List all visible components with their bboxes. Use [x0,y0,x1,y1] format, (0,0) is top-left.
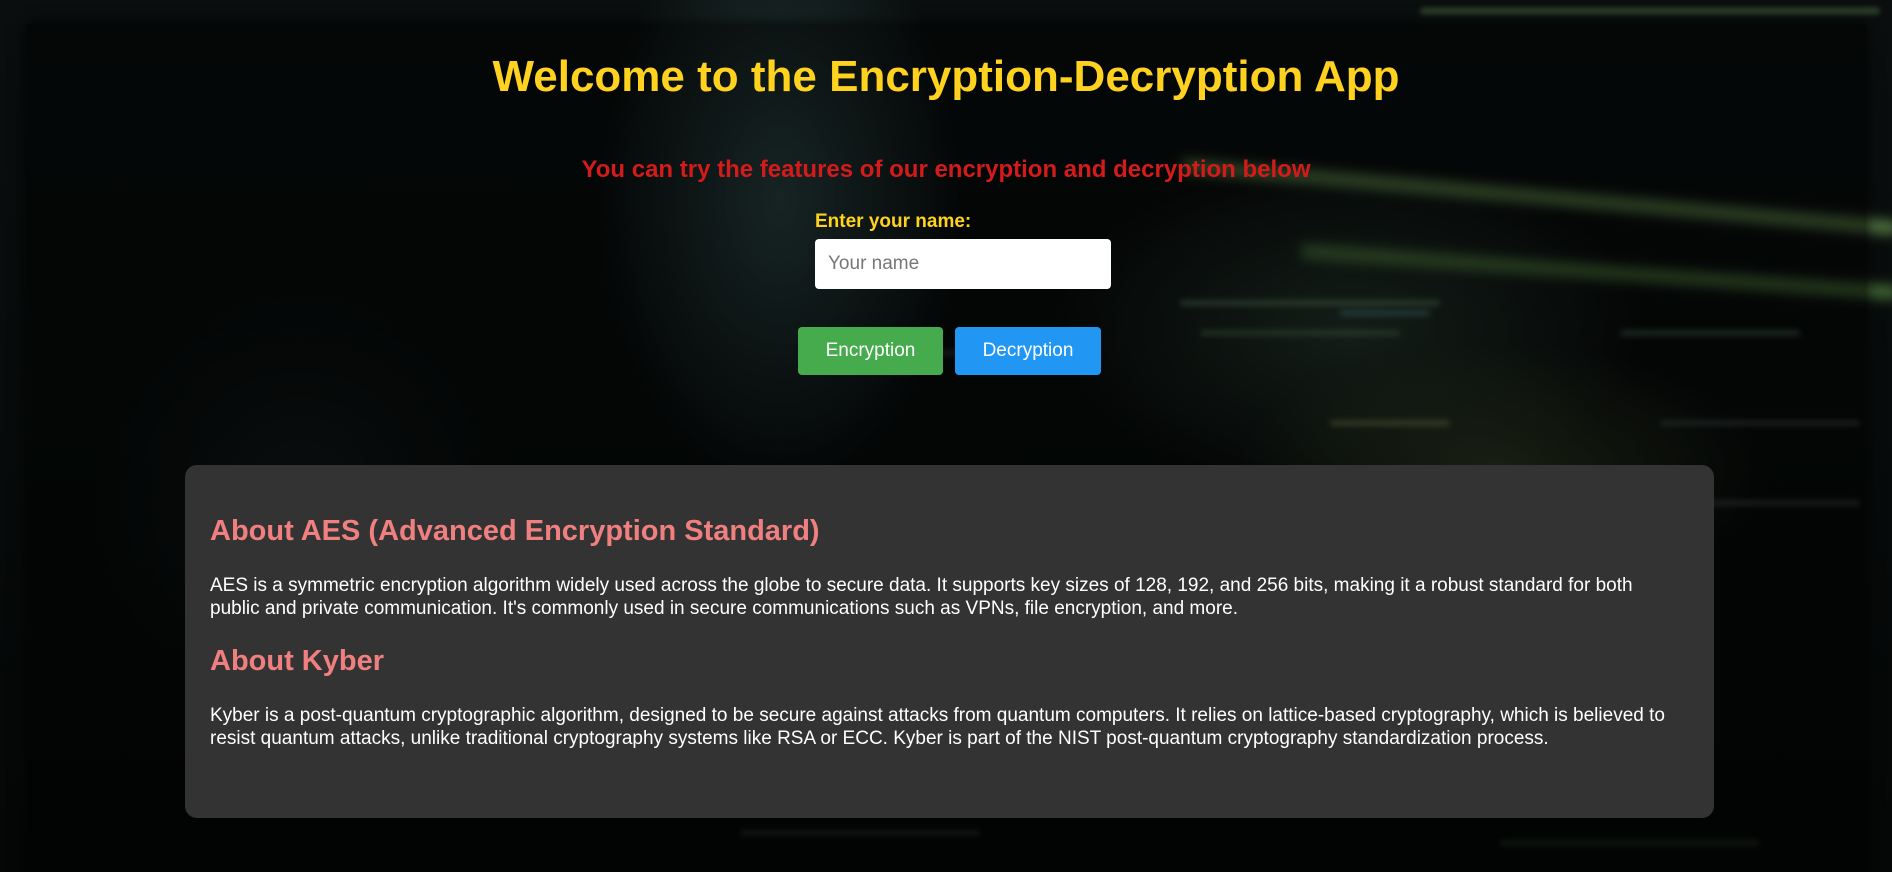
page-subtitle: You can try the features of our encrypti… [581,156,1311,183]
name-label: Enter your name: [815,211,972,232]
page-title: Welcome to the Encryption-Decryption App [492,52,1400,101]
decryption-button[interactable]: Decryption [955,327,1101,375]
encryption-button[interactable]: Encryption [798,327,943,375]
info-panel: About AES (Advanced Encryption Standard)… [185,465,1714,818]
name-input[interactable] [815,239,1111,289]
aes-description: AES is a symmetric encryption algorithm … [210,575,1633,619]
aes-heading: About AES (Advanced Encryption Standard) [210,515,820,547]
kyber-description: Kyber is a post-quantum cryptographic al… [210,705,1665,749]
kyber-heading: About Kyber [210,645,384,677]
